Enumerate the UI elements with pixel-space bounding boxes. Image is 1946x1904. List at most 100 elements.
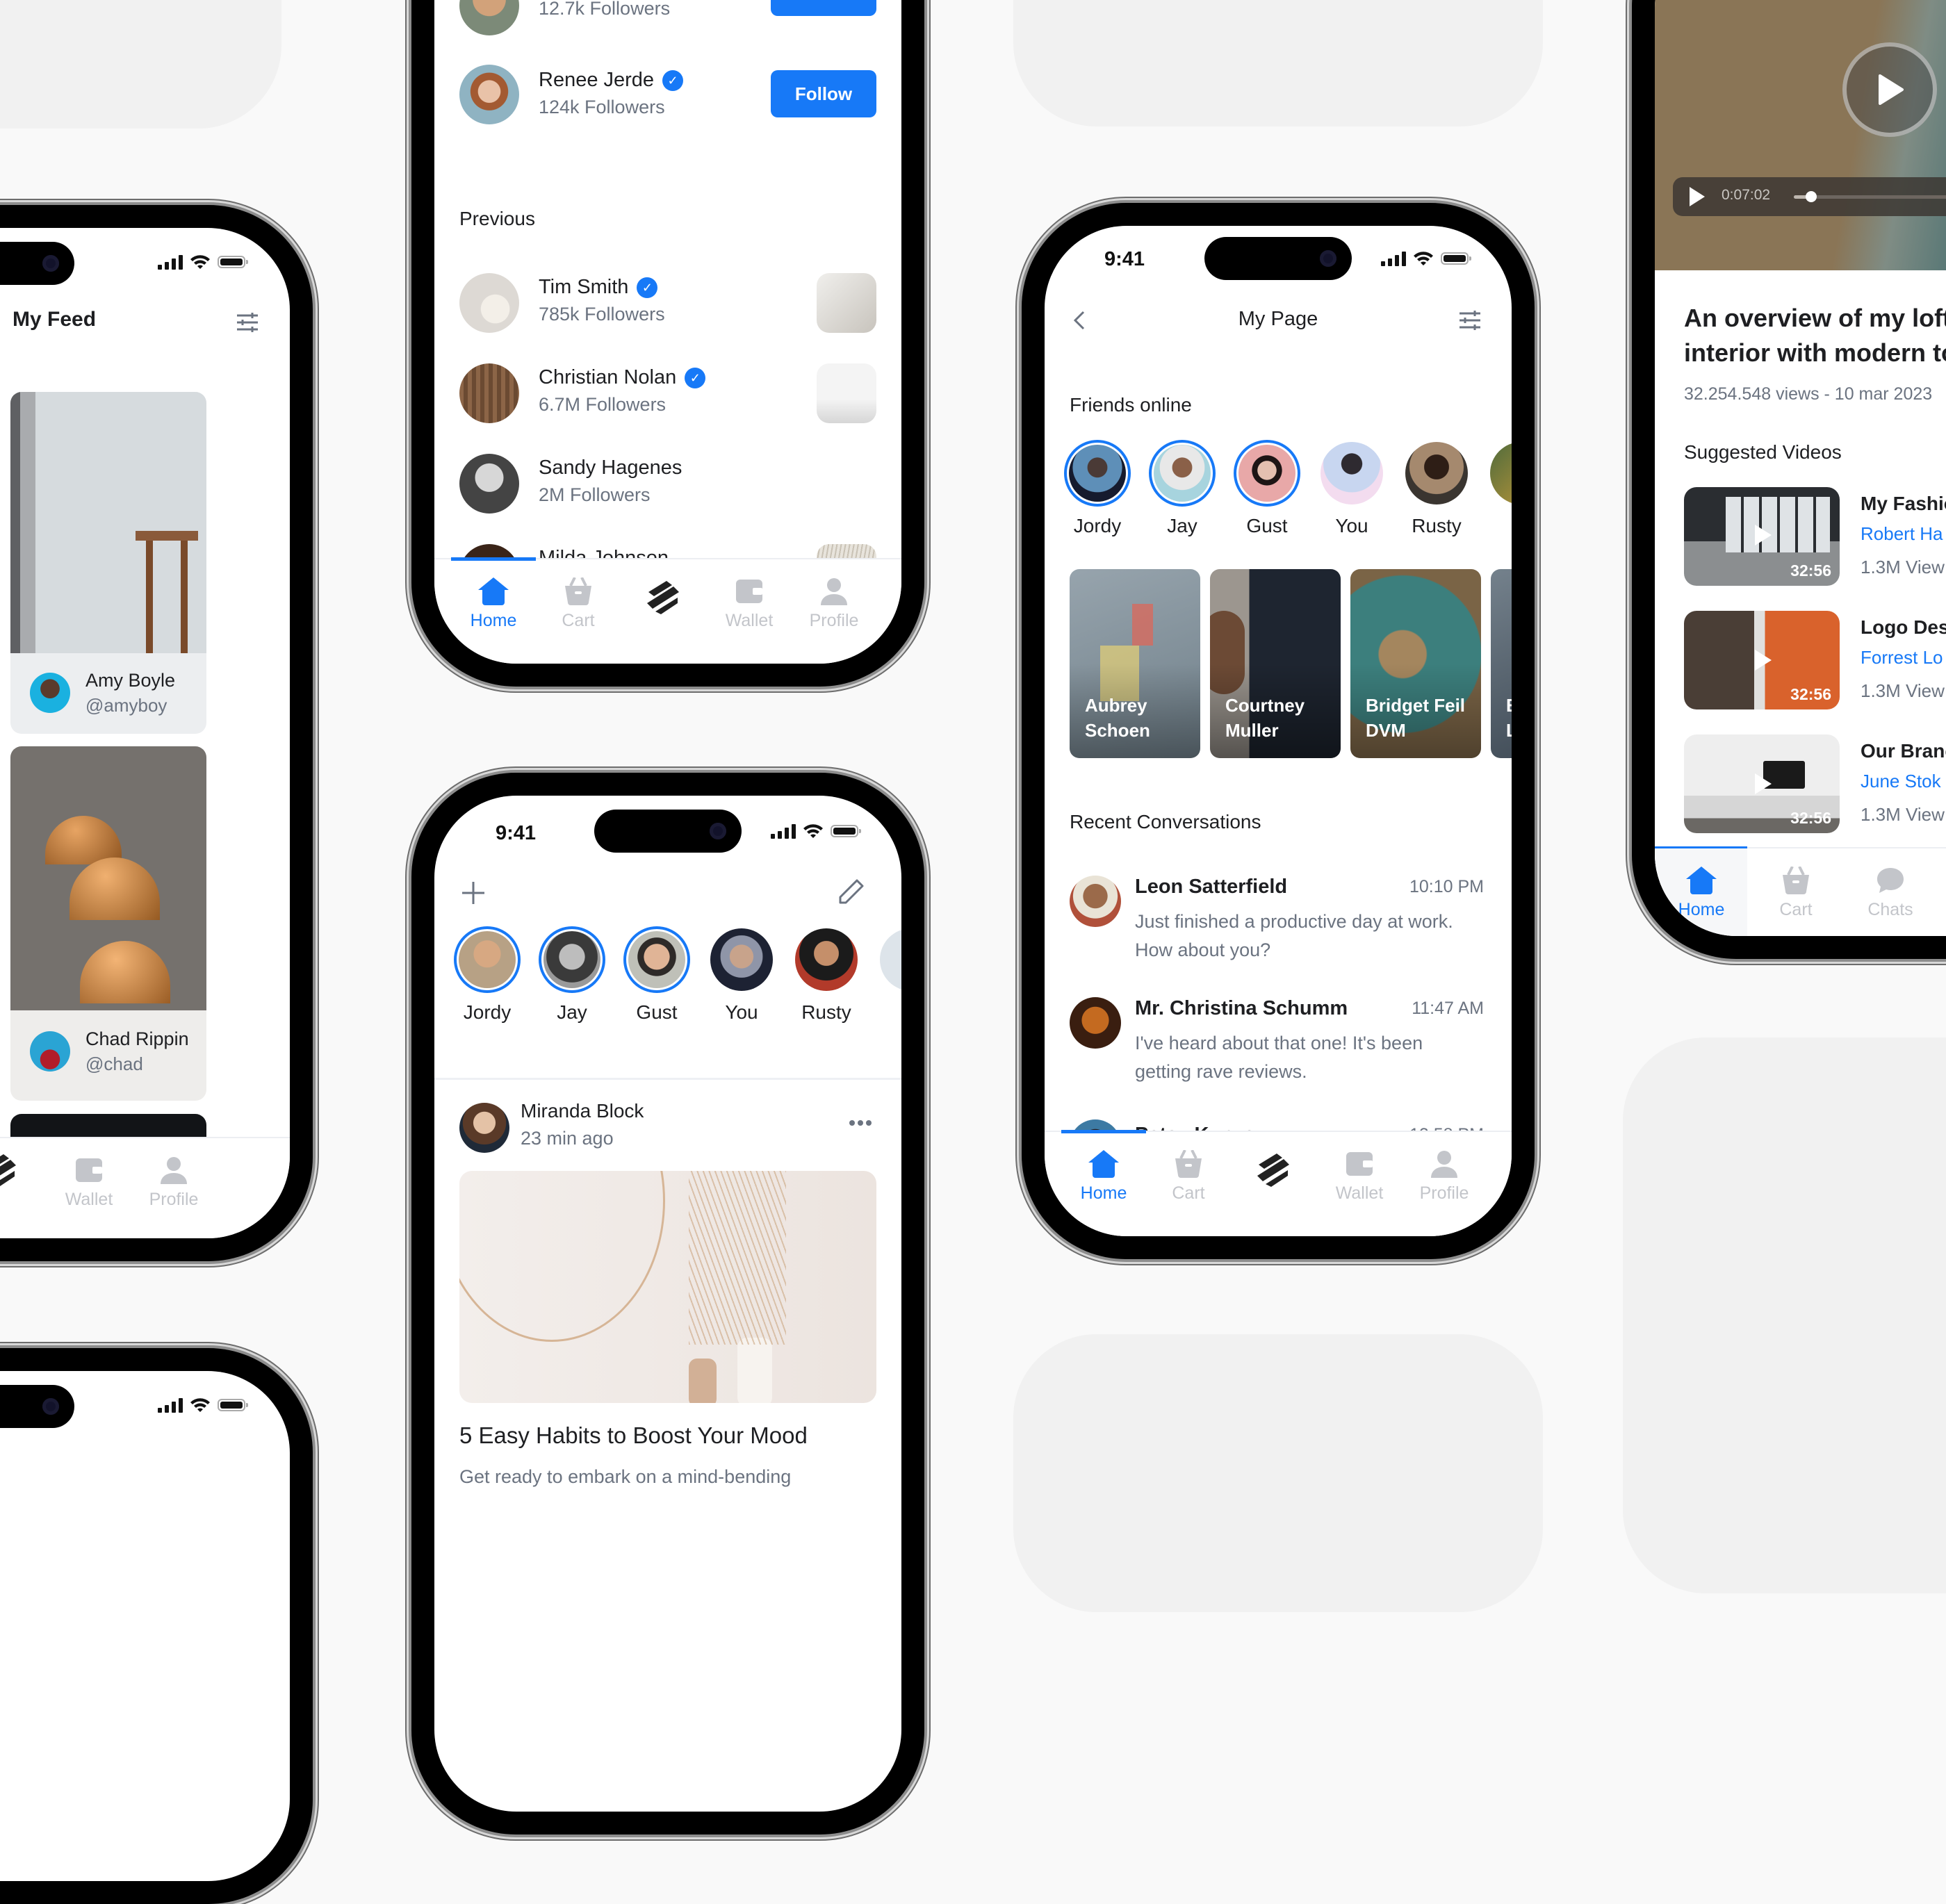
- group-card[interactable]: Bridget Feil DVM: [1350, 569, 1481, 758]
- tab-label: Cart: [1779, 900, 1813, 919]
- video-views: 1.3M View: [1861, 557, 1945, 577]
- video-meta: 32.254.548 views - 10 mar 2023: [1684, 384, 1933, 404]
- mypage-screen: 9:41 My Page Friends online Jordy Jay Gu…: [1045, 226, 1512, 1236]
- group-card[interactable]: EL: [1491, 569, 1512, 758]
- tab-home[interactable]: Home: [1663, 865, 1740, 920]
- friend-item[interactable]: Gust: [1225, 440, 1309, 537]
- tab-wallet[interactable]: Wallet: [711, 576, 787, 631]
- section-label-previous: Previous: [459, 208, 535, 229]
- play-icon: [1879, 74, 1904, 105]
- followers-count: 6.7M Followers: [539, 394, 667, 415]
- battery-icon: [218, 1399, 248, 1411]
- feed-card-chad[interactable]: Chad Rippin @chad: [10, 746, 206, 1101]
- more-options-icon[interactable]: [849, 1119, 872, 1126]
- post-thumbnail[interactable]: [817, 273, 876, 333]
- card-author-handle: @chad: [85, 1053, 143, 1074]
- group-name: Bridget Feil DVM: [1366, 695, 1466, 741]
- previous-row[interactable]: Christian Nolan ✓ 6.7M Followers: [459, 363, 876, 426]
- tab-cart[interactable]: Cart: [540, 576, 616, 631]
- sliders-icon[interactable]: [236, 313, 259, 332]
- avatar: [1405, 442, 1468, 504]
- video-author[interactable]: June Stok: [1861, 771, 1941, 792]
- suggested-video[interactable]: 32:56 Logo Des Forrest Lo 1.3M View: [1684, 611, 1946, 709]
- video-player[interactable]: 0:07:02: [1655, 0, 1946, 270]
- conversation-row[interactable]: Leon Satterfield 10:10 PM Just finished …: [1070, 876, 1484, 973]
- verified-badge-icon: ✓: [637, 277, 658, 299]
- story-item[interactable]: Rusty: [785, 926, 868, 1024]
- sliders-icon[interactable]: [1458, 311, 1482, 330]
- section-label-conversations: Recent Conversations: [1070, 811, 1261, 832]
- suggested-video[interactable]: 32:56 My Fashio Robert Ha 1.3M View: [1684, 487, 1946, 586]
- play-icon: [1755, 773, 1772, 794]
- pencil-icon[interactable]: [837, 878, 865, 905]
- tab-wallet[interactable]: Wallet: [1321, 1149, 1398, 1204]
- tab-chats[interactable]: Chats: [1852, 865, 1929, 920]
- battery-icon: [831, 825, 861, 837]
- status-icons: [1381, 251, 1471, 266]
- play-button-large[interactable]: [1842, 42, 1937, 137]
- home-icon: [1686, 867, 1717, 894]
- story-item[interactable]: Gust: [615, 926, 698, 1024]
- cart-icon: [1783, 867, 1809, 894]
- follow-button[interactable]: Follow: [771, 0, 876, 16]
- progress-knob[interactable]: [1805, 191, 1817, 202]
- video-author[interactable]: Forrest Lo: [1861, 647, 1943, 668]
- friend-item[interactable]: Rusty: [1395, 440, 1478, 537]
- plus-icon[interactable]: [461, 880, 486, 905]
- group-name: Courtney Muller: [1225, 695, 1305, 741]
- friend-item[interactable]: J: [1480, 440, 1512, 537]
- post-title[interactable]: 5 Easy Habits to Boost Your Mood: [459, 1422, 808, 1449]
- group-card[interactable]: Courtney Muller: [1210, 569, 1341, 758]
- group-card[interactable]: Aubrey Schoen: [1070, 569, 1200, 758]
- story-item[interactable]: J: [869, 926, 901, 1024]
- player-controls: 0:07:02: [1673, 177, 1946, 216]
- chat-icon: [1877, 868, 1904, 893]
- friend-item[interactable]: You: [1310, 440, 1393, 537]
- tab-profile[interactable]: Profile: [1406, 1149, 1482, 1204]
- previous-row[interactable]: Sandy Hagenes 2M Followers: [459, 454, 876, 516]
- post-image[interactable]: [459, 1171, 876, 1403]
- status-time: 9:41: [496, 822, 537, 844]
- avatar: [543, 931, 600, 988]
- conversation-row[interactable]: Mr. Christina Schumm 11:47 AM I've heard…: [1070, 997, 1484, 1094]
- avatar: [1238, 445, 1295, 502]
- tab-profile[interactable]: Profile: [136, 1155, 212, 1210]
- play-icon[interactable]: [1690, 187, 1705, 206]
- video-author[interactable]: Robert Ha: [1861, 523, 1943, 545]
- tab-home[interactable]: Home: [1065, 1149, 1142, 1204]
- wifi-icon: [1414, 252, 1433, 265]
- status-icons: [158, 254, 248, 270]
- tab-logo[interactable]: [625, 581, 701, 616]
- previous-row[interactable]: Tim Smith ✓ 785k Followers: [459, 273, 876, 336]
- feed-card-amy[interactable]: Amy Boyle @amyboy: [10, 392, 206, 734]
- wallet-icon: [1346, 1152, 1373, 1176]
- follow-button[interactable]: Follow: [771, 70, 876, 117]
- tab-cart[interactable]: Cart: [1758, 865, 1834, 920]
- suggested-video[interactable]: 32:56 Our Branc June Stok 1.3M View: [1684, 734, 1946, 833]
- play-icon: [1755, 650, 1772, 671]
- tab-wallet[interactable]: Wallet: [51, 1155, 127, 1210]
- story-item[interactable]: You: [700, 926, 783, 1024]
- friend-item[interactable]: Jay: [1140, 440, 1224, 537]
- progress-track[interactable]: [1794, 191, 1946, 202]
- active-tab-indicator: [1061, 1130, 1146, 1133]
- card-author-name: Amy Boyle: [85, 670, 176, 691]
- tab-label: Home: [470, 611, 517, 630]
- story-item[interactable]: Jay: [530, 926, 614, 1024]
- tab-logo[interactable]: [1235, 1154, 1311, 1189]
- tab-label: Cart: [1172, 1183, 1205, 1203]
- tab-logo[interactable]: [0, 1154, 38, 1190]
- video-duration: 32:56: [1790, 561, 1831, 580]
- video-thumbnail: 32:56: [1684, 611, 1840, 709]
- video-thumbnail: 32:56: [1684, 734, 1840, 833]
- tab-cart[interactable]: Cart: [1150, 1149, 1227, 1204]
- video-duration: 32:56: [1790, 809, 1831, 827]
- post-author[interactable]: Miranda Block: [521, 1100, 644, 1122]
- story-item[interactable]: Jordy: [445, 926, 529, 1024]
- tab-home[interactable]: Home: [455, 576, 532, 631]
- dynamic-island: [0, 1385, 74, 1428]
- avatar[interactable]: [459, 1103, 509, 1153]
- friend-item[interactable]: Jordy: [1056, 440, 1139, 537]
- tab-profile[interactable]: Profile: [796, 576, 872, 631]
- post-thumbnail[interactable]: [817, 363, 876, 423]
